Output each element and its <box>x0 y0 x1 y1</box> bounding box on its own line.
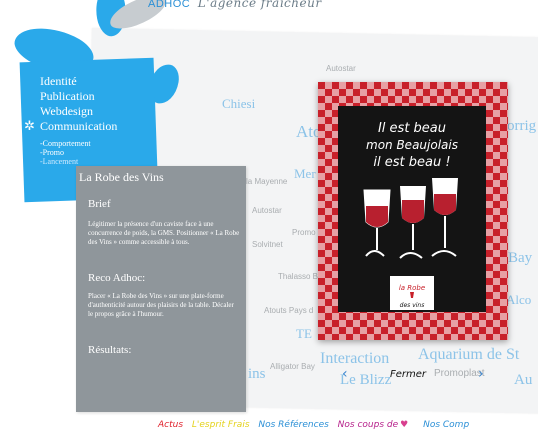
heart-icon: ♥ <box>400 420 409 430</box>
bg-word: Aquarium de St <box>418 346 520 363</box>
submenu-item-comportement[interactable]: -Comportement <box>40 139 117 148</box>
bg-word: la Mayenne <box>246 177 288 186</box>
active-star-icon: ✲ <box>24 118 35 133</box>
bg-word: Alco <box>506 292 532 307</box>
reco-heading: Reco Adhoc: <box>88 272 146 284</box>
reco-text: Placer « La Robe des Vins » sur une plat… <box>88 292 234 318</box>
bg-word: TE <box>296 326 312 341</box>
bg-word: Chiesi <box>222 96 256 111</box>
brief-text: Légitimer la présence d'un caviste face … <box>88 220 240 246</box>
submenu-item-lancement[interactable]: -Lancement <box>40 157 117 166</box>
menu-item-communication[interactable]: Communication <box>40 119 117 134</box>
footer-link-coups-de-coeur[interactable]: Nos coups de ♥ <box>338 420 415 430</box>
submenu: -Comportement -Promo -Lancement <box>40 139 117 166</box>
bg-word: Promo <box>292 228 316 237</box>
poster-artwork: Il est beau mon Beaujolais il est beau ! <box>318 82 508 340</box>
bg-word: orrig <box>507 118 537 134</box>
footer-link-references[interactable]: Nos Références <box>258 420 328 430</box>
bg-word: Bay <box>508 250 533 266</box>
page-canvas: ADHOC L'agence fraîcheur Autostar Chiesi… <box>0 0 538 443</box>
prev-arrow-icon[interactable]: ‹ <box>342 366 348 382</box>
poster-line-3: il est beau ! <box>373 155 450 170</box>
logo-text: ADHOC <box>148 0 191 10</box>
results-heading: Résultats: <box>88 344 132 356</box>
bg-word: Autostar <box>252 206 282 215</box>
bg-word: Le Blizz <box>340 372 392 388</box>
project-title: La Robe des Vins <box>79 170 164 184</box>
poster-brand-bottom: des vins <box>400 302 425 309</box>
bg-word: Thalasso B <box>278 272 319 281</box>
footer-link-label: Nos coups de <box>337 420 399 430</box>
main-menu: Identité Publication Webdesign Communica… <box>40 74 117 166</box>
footer-nav: Actus L'esprit Frais Nos Références Nos … <box>158 420 475 430</box>
menu-item-publication[interactable]: Publication <box>40 89 117 104</box>
project-poster: Il est beau mon Beaujolais il est beau ! <box>318 82 508 340</box>
brief-heading: Brief <box>88 198 111 210</box>
poster-brand-top: la Robe <box>399 284 425 292</box>
footer-link-competences[interactable]: Nos Comp <box>423 420 469 430</box>
menu-item-identite[interactable]: Identité <box>40 74 117 89</box>
bg-word: Atouts Pays d <box>264 306 314 315</box>
bg-word: Promoplast <box>434 368 485 379</box>
bg-word: Solvitnet <box>252 240 283 249</box>
close-button[interactable]: Fermer <box>390 369 426 380</box>
next-arrow-icon[interactable]: › <box>478 366 484 382</box>
bg-word: ins <box>248 366 266 382</box>
bg-word: Mer <box>294 166 316 181</box>
brand-logo[interactable]: ADHOC L'agence fraîcheur <box>148 0 322 10</box>
bg-word: Autostar <box>326 64 356 73</box>
bg-word: Au <box>514 372 533 388</box>
bg-word: Interaction <box>320 350 390 367</box>
submenu-item-promo[interactable]: -Promo <box>40 148 117 157</box>
menu-item-webdesign[interactable]: Webdesign <box>40 104 117 119</box>
bg-word: Alligator Bay <box>270 362 315 371</box>
footer-link-esprit-frais[interactable]: L'esprit Frais <box>192 420 250 430</box>
tagline: L'agence fraîcheur <box>197 0 322 10</box>
footer-link-actus[interactable]: Actus <box>158 420 183 430</box>
poster-line-2: mon Beaujolais <box>366 138 458 152</box>
poster-line-1: Il est beau <box>378 121 446 136</box>
